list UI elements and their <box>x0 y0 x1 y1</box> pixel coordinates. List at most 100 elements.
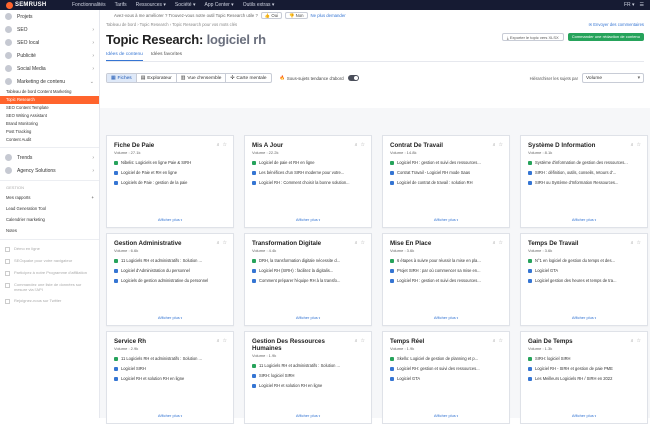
topic-card[interactable]: Mis A Jour Volume : 22.2k ⌕ ☆ Logiciel de pa… <box>244 135 372 228</box>
headline-item[interactable]: Logiciel RH : gestion et suivi des resso… <box>383 278 509 288</box>
favorite-icon[interactable]: ☆ <box>637 240 641 246</box>
favorite-icon[interactable]: ☆ <box>223 338 227 344</box>
headline-item[interactable]: SIRH : définition, outils, conseils, ret… <box>521 170 647 180</box>
trending-toggle[interactable] <box>347 75 359 81</box>
sidebar-promo-link[interactable]: Rejoignez-nous sur Twitter <box>0 295 99 307</box>
headline-item[interactable]: Logiciels de gestion administrative du p… <box>107 278 233 288</box>
search-icon[interactable]: ⌕ <box>217 240 220 246</box>
sidebar-subitem[interactable]: Tableau de bord Content Marketing <box>0 88 99 96</box>
search-icon[interactable]: ⌕ <box>493 338 496 344</box>
no-button[interactable]: 👎 Non <box>285 11 308 19</box>
search-icon[interactable]: ⌕ <box>493 142 496 148</box>
headline-item[interactable]: Logiciel gestion des heures et temps de … <box>521 278 647 288</box>
show-more-link[interactable]: Afficher plus <box>107 315 233 320</box>
search-icon[interactable]: ⌕ <box>493 240 496 246</box>
search-icon[interactable]: ⌕ <box>217 338 220 344</box>
show-more-link[interactable]: Afficher plus <box>383 315 509 320</box>
sidebar-promo-link[interactable]: Participez à notre Programme d'affiliati… <box>0 267 99 279</box>
top-nav-item[interactable]: Fonctionnalités <box>72 2 106 8</box>
sidebar-promo-link[interactable]: SEOquake pour votre navigateur <box>0 255 99 267</box>
topic-card[interactable]: Contrat De Travail Volume : 14.8k ⌕ ☆ Logici… <box>382 135 510 228</box>
top-nav-item[interactable]: App Center ▾ <box>204 2 233 8</box>
show-more-link[interactable]: Afficher plus <box>521 413 647 418</box>
headline-item[interactable]: Logiciel GTA <box>521 268 647 278</box>
show-more-link[interactable]: Afficher plus <box>107 217 233 222</box>
headline-item[interactable]: Logiciel RH : gestion et suivi des resso… <box>383 160 509 170</box>
topic-card[interactable]: Gestion Administrative Volume : 6.6k ⌕ ☆ 11 … <box>106 233 234 326</box>
headline-item[interactable]: 6 étapes à suivre pour réussir la mise e… <box>383 258 509 268</box>
export-xlsx-button[interactable]: ⤓ Exporter le topic vers XLSX <box>501 33 564 41</box>
search-icon[interactable]: ⌕ <box>355 142 358 148</box>
sidebar-item[interactable]: SEO › <box>0 23 99 36</box>
headline-item[interactable]: Logiciels de Paie : gestion de la paie <box>107 180 233 190</box>
order-content-button[interactable]: Commander une rédaction de contenu <box>567 33 644 41</box>
sidebar-gestion-item[interactable]: Notes <box>0 225 99 236</box>
favorite-icon[interactable]: ☆ <box>361 338 365 344</box>
headline-item[interactable]: Logiciel RH et solution RH en ligne <box>107 376 233 386</box>
show-more-link[interactable]: Afficher plus <box>107 413 233 418</box>
sidebar-subitem[interactable]: Content Audit <box>0 136 99 144</box>
topic-card[interactable]: Fiche De Paie Volume : 27.1k ⌕ ☆ Nibelis: Lo… <box>106 135 234 228</box>
headline-item[interactable]: Logiciel RH : Comment choisir la bonne s… <box>245 180 371 190</box>
headline-item[interactable]: Comment préparer l'équipe RH à la transf… <box>245 278 371 288</box>
view-explorer-button[interactable]: ▤ Explorateur <box>137 74 177 82</box>
topic-card[interactable]: Gestion Des Ressources Humaines Volume : … <box>244 331 372 424</box>
topic-card[interactable]: Transformation Digitale Volume : 4.4k ⌕ ☆ DR… <box>244 233 372 326</box>
headline-item[interactable]: Logiciel de paie et RH en ligne <box>245 160 371 170</box>
headline-item[interactable]: N°1 en logiciel de gestion du temps et d… <box>521 258 647 268</box>
headline-item[interactable]: Logiciel SIRH <box>107 366 233 376</box>
sort-select[interactable]: Volume <box>582 73 644 83</box>
language-selector[interactable]: FR ▾ <box>624 2 635 8</box>
sidebar-item[interactable]: Projets <box>0 10 99 23</box>
headline-item[interactable]: SIRH ou Système d'Information Ressources… <box>521 180 647 190</box>
headline-item[interactable]: Logiciel de contrat de travail : solutio… <box>383 180 509 190</box>
sidebar-gestion-item[interactable]: Lead Generation Tool <box>0 203 99 214</box>
sidebar-promo-link[interactable]: Commandez une liste de données sur mesur… <box>0 279 99 295</box>
sidebar-item[interactable]: SEO local › <box>0 36 99 49</box>
topic-card[interactable]: Temps Réel Volume : 1.9k ⌕ ☆ Skello: Logicie… <box>382 331 510 424</box>
sidebar-gestion-item[interactable]: Mes rapports + <box>0 192 99 203</box>
headline-item[interactable]: Skello: Logiciel de gestion de planning … <box>383 356 509 366</box>
user-icon[interactable]: ☰ <box>640 2 644 8</box>
topic-card[interactable]: Service Rh Volume : 2.9k ⌕ ☆ 11 Logiciels RH… <box>106 331 234 424</box>
search-icon[interactable]: ⌕ <box>217 142 220 148</box>
headline-item[interactable]: Contrat Travail - Logiciel RH mode Saas <box>383 170 509 180</box>
headline-item[interactable]: 11 Logiciels RH et administratifs : Solu… <box>107 356 233 366</box>
headline-item[interactable]: Logiciel RH (SIRH) : facilitez la digita… <box>245 268 371 278</box>
favorite-icon[interactable]: ☆ <box>361 240 365 246</box>
headline-item[interactable]: Les Meilleurs Logiciels RH / SIRH en 202… <box>521 376 647 386</box>
view-overview-button[interactable]: ▥ Vue d'ensemble <box>177 74 227 82</box>
favorite-icon[interactable]: ☆ <box>499 338 503 344</box>
show-more-link[interactable]: Afficher plus <box>383 217 509 222</box>
sidebar-item[interactable]: Marketing de contenu ⌄ <box>0 75 99 88</box>
search-icon[interactable]: ⌕ <box>631 338 634 344</box>
headline-item[interactable]: SIRH: logiciel SIRH <box>245 373 371 383</box>
headline-item[interactable]: Les bénéfices d'un SIRH moderne pour vot… <box>245 170 371 180</box>
send-feedback-link[interactable]: ✉ Envoyer des commentaires <box>589 22 644 27</box>
search-icon[interactable]: ⌕ <box>631 240 634 246</box>
plus-icon[interactable]: + <box>92 192 94 203</box>
topic-card[interactable]: Temps De Travail Volume : 3.6k ⌕ ☆ N°1 en lo… <box>520 233 648 326</box>
headline-item[interactable]: 11 Logiciels RH et administratifs : Solu… <box>245 363 371 373</box>
headline-item[interactable]: DRH, la transformation digitale nécessit… <box>245 258 371 268</box>
tab-favorite-ideas[interactable]: Idées favorites <box>151 52 182 61</box>
headline-item[interactable]: SIRH: logiciel SIRH <box>521 356 647 366</box>
favorite-icon[interactable]: ☆ <box>499 240 503 246</box>
semrush-logo[interactable]: SEMRUSH <box>6 1 72 9</box>
headline-item[interactable]: Logiciel RH - SIRH et gestion de paie PM… <box>521 366 647 376</box>
headline-item[interactable]: Logiciel d'Administration du personnel <box>107 268 233 278</box>
favorite-icon[interactable]: ☆ <box>637 338 641 344</box>
headline-item[interactable]: Nibelis: Logiciels en ligne Paie & SIRH <box>107 160 233 170</box>
sidebar-item[interactable]: Agency Solutions › <box>0 164 99 177</box>
top-nav-item[interactable]: Ressources ▾ <box>136 2 166 8</box>
sidebar-item[interactable]: Trends › <box>0 151 99 164</box>
top-nav-item[interactable]: Outils extras ▾ <box>243 2 275 8</box>
show-more-link[interactable]: Afficher plus <box>521 217 647 222</box>
view-cards-button[interactable]: ▦ Fiches <box>107 74 137 82</box>
headline-item[interactable]: 11 Logiciels RH et administratifs : Solu… <box>107 258 233 268</box>
headline-item[interactable]: Logiciel RH: gestion et suivi des ressou… <box>383 366 509 376</box>
topic-card[interactable]: Mise En Place Volume : 3.6k ⌕ ☆ 6 étapes à s… <box>382 233 510 326</box>
favorite-icon[interactable]: ☆ <box>361 142 365 148</box>
sidebar-item[interactable]: Publicité › <box>0 49 99 62</box>
yes-button[interactable]: 👍 Oui <box>260 11 283 19</box>
